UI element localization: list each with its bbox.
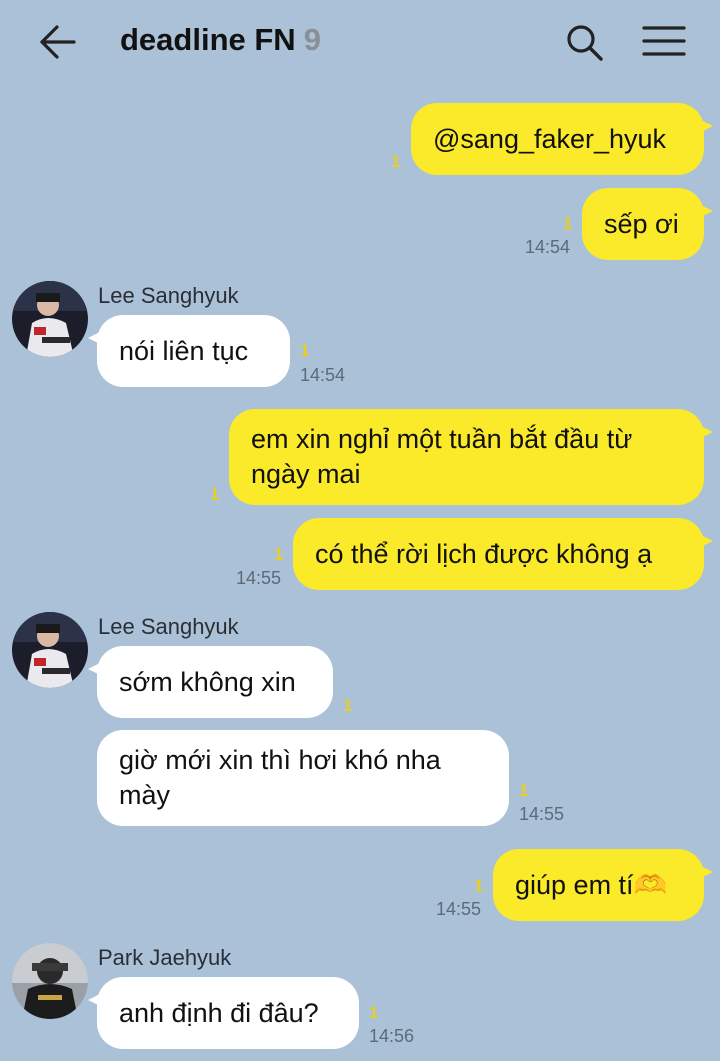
message-bubble-theirs[interactable]: nói liên tục <box>88 315 290 387</box>
avatar[interactable] <box>12 943 88 1019</box>
search-icon <box>567 25 603 61</box>
back-button[interactable] <box>36 20 80 64</box>
message-time: 14:55 <box>519 804 565 824</box>
message-text: giúp em tí🫶 <box>515 869 668 900</box>
unread-count: 1 <box>300 341 310 360</box>
unread-count: 1 <box>519 781 529 800</box>
message-bubble-theirs[interactable]: giờ mới xin thì hơi khó nha mày <box>97 730 509 826</box>
message-bubble-mine[interactable]: có thể rời lịch được không ạ <box>293 518 713 590</box>
message-text: anh định đi đâu? <box>119 997 319 1028</box>
menu-button[interactable] <box>640 20 690 64</box>
hamburger-menu-icon <box>642 26 686 56</box>
message-text: em xin nghỉ một tuần bắt đầu từ ngày mai <box>251 424 633 489</box>
message-bubble-theirs[interactable]: sớm không xin <box>88 646 333 718</box>
message-bubble-mine[interactable]: em xin nghỉ một tuần bắt đầu từ ngày mai <box>229 409 713 505</box>
message-bubble-theirs[interactable]: anh định đi đâu? <box>88 977 359 1049</box>
message-time: 14:54 <box>300 365 346 385</box>
message-text: có thể rời lịch được không ạ <box>315 538 653 569</box>
unread-count: 1 <box>369 1003 379 1022</box>
unread-count: 1 <box>563 214 573 233</box>
message-time: 14:55 <box>236 568 282 588</box>
member-count: 9 <box>303 22 321 57</box>
avatar[interactable] <box>12 612 88 688</box>
message-text: sếp ơi <box>604 208 679 239</box>
message-bubble-mine[interactable]: giúp em tí🫶 <box>493 849 713 921</box>
avatar-photo <box>12 943 88 1019</box>
unread-count: 1 <box>474 876 484 895</box>
chat-header: deadline FN 9 <box>0 0 720 84</box>
message-time: 14:55 <box>436 899 482 919</box>
message-text: sớm không xin <box>119 666 296 697</box>
chat-title-text: deadline FN <box>120 22 296 57</box>
avatar-photo <box>12 612 88 688</box>
unread-count: 1 <box>343 696 353 715</box>
arrow-left-icon <box>40 25 76 59</box>
message-text: @sang_faker_hyuk <box>433 123 667 154</box>
unread-count: 1 <box>274 545 284 564</box>
sender-name: Lee Sanghyuk <box>98 283 239 308</box>
message-time: 14:54 <box>525 237 571 257</box>
search-button[interactable] <box>562 20 606 64</box>
avatar-photo <box>12 281 88 357</box>
message-bubble-mine[interactable]: sếp ơi <box>582 188 713 260</box>
unread-count: 1 <box>210 485 220 504</box>
avatar[interactable] <box>12 281 88 357</box>
message-bubble-mine[interactable]: @sang_faker_hyuk <box>411 103 713 175</box>
message-text: giờ mới xin thì hơi khó nha mày <box>119 745 441 810</box>
sender-name: Lee Sanghyuk <box>98 614 239 639</box>
message-time: 14:56 <box>369 1026 415 1046</box>
message-text: nói liên tục <box>119 335 249 366</box>
sender-name: Park Jaehyuk <box>98 945 232 970</box>
chat-title: deadline FN 9 <box>120 22 321 58</box>
unread-count: 1 <box>391 152 401 171</box>
